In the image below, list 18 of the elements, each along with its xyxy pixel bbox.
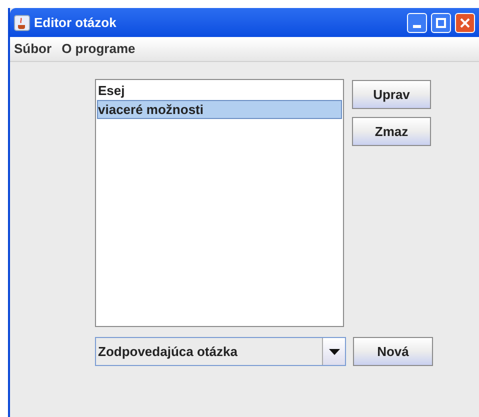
question-list[interactable]: Esej viaceré možnosti (95, 79, 344, 327)
minimize-icon (413, 24, 421, 28)
type-dropdown[interactable]: Zodpovedajúca otázka (95, 337, 346, 366)
action-button[interactable]: Uprav (352, 80, 431, 109)
caret-icon (328, 348, 340, 354)
list-item[interactable]: Esej (97, 81, 342, 100)
window-title: Editor otázok (34, 14, 118, 32)
close-button[interactable] (455, 12, 475, 32)
list-item[interactable]: viaceré možnosti (97, 100, 342, 119)
action-button[interactable]: Zmaz (352, 117, 431, 146)
menu-item[interactable]: Súbor (14, 39, 52, 59)
new-button[interactable]: Nová (353, 337, 433, 366)
maximize-button[interactable] (431, 12, 451, 32)
menu-item[interactable]: O programe (62, 39, 136, 59)
minimize-button[interactable] (407, 12, 427, 32)
close-icon (460, 18, 470, 28)
cup-icon (14, 14, 30, 30)
maximize-icon (436, 18, 446, 28)
